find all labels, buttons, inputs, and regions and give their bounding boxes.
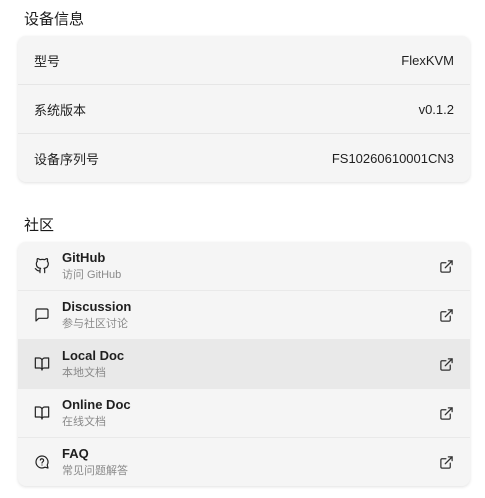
link-subtitle: 常见问题解答 xyxy=(62,465,128,477)
chat-icon xyxy=(34,307,50,323)
link-row-faq[interactable]: FAQ 常见问题解答 xyxy=(18,438,470,486)
link-row-github[interactable]: GitHub 访问 GitHub xyxy=(18,242,470,291)
help-circle-icon xyxy=(34,454,50,470)
link-row-local-doc[interactable]: Local Doc 本地文档 xyxy=(18,340,470,389)
info-value: FS10260610001CN3 xyxy=(331,150,454,166)
link-row-discussion[interactable]: Discussion 参与社区讨论 xyxy=(18,291,470,340)
external-link-icon[interactable] xyxy=(438,454,454,470)
link-row-online-doc[interactable]: Online Doc 在线文档 xyxy=(18,389,470,438)
info-value: v0.1.2 xyxy=(418,101,454,117)
link-title: Discussion xyxy=(62,299,132,314)
info-value: FlexKVM xyxy=(401,52,454,68)
device-info-card: 型号 FlexKVM 系统版本 v0.1.2 设备序列号 FS102606100… xyxy=(18,36,470,182)
info-label: 型号 xyxy=(34,53,61,69)
info-label: 设备序列号 xyxy=(34,151,100,167)
book-icon xyxy=(34,405,50,421)
link-title: GitHub xyxy=(62,250,106,265)
info-row-model: 型号 FlexKVM xyxy=(18,36,470,85)
community-card: GitHub 访问 GitHub Discussion 参与社区讨论 Local… xyxy=(18,242,470,486)
device-info-title: 设备信息 xyxy=(24,11,85,28)
external-link-icon[interactable] xyxy=(438,307,454,323)
link-subtitle: 访问 GitHub xyxy=(62,269,122,281)
link-title: Local Doc xyxy=(62,348,125,363)
book-icon xyxy=(34,356,50,372)
external-link-icon[interactable] xyxy=(438,258,454,274)
link-title: Online Doc xyxy=(62,397,131,412)
link-subtitle: 在线文档 xyxy=(62,416,106,428)
info-row-version: 系统版本 v0.1.2 xyxy=(18,85,470,134)
github-icon xyxy=(34,258,50,274)
link-subtitle: 参与社区讨论 xyxy=(62,318,128,330)
external-link-icon[interactable] xyxy=(438,356,454,372)
external-link-icon[interactable] xyxy=(438,405,454,421)
info-label: 系统版本 xyxy=(34,102,87,118)
link-subtitle: 本地文档 xyxy=(62,367,106,379)
info-row-serial: 设备序列号 FS10260610001CN3 xyxy=(18,134,470,182)
community-title: 社区 xyxy=(24,217,55,234)
link-title: FAQ xyxy=(62,446,89,461)
